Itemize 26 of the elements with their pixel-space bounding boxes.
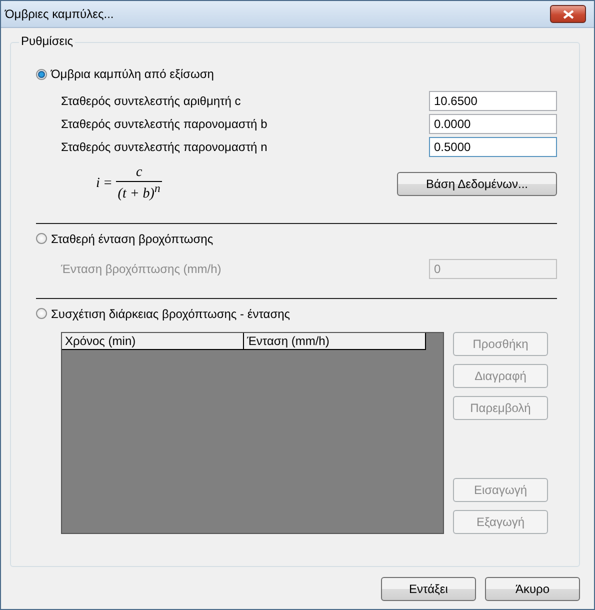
field-label: Σταθερός συντελεστής παρονομαστή b — [61, 116, 268, 130]
field-label: Σταθερός συντελεστής αριθμητή c — [61, 94, 241, 108]
radio-label[interactable]: Όμβρια καμπύλη από εξίσωση — [51, 67, 214, 81]
dialog-button[interactable]: Εντάξει — [381, 577, 476, 601]
radio-label[interactable]: Συσχέτιση διάρκειας βροχόπτωσης - έντασης — [51, 306, 290, 321]
field-label: Ένταση βροχόπτωσης (mm/h) — [61, 262, 222, 276]
database-button[interactable]: Βάση Δεδομένων... — [397, 172, 557, 196]
column-header[interactable]: Χρόνος (min) — [62, 332, 244, 349]
radio-button[interactable] — [36, 233, 47, 244]
field-label: Σταθερός συντελεστής παρονομαστή n — [61, 140, 268, 154]
radio-button[interactable] — [36, 308, 47, 320]
input-field[interactable]: 10.6500 — [429, 90, 557, 110]
radio-label[interactable]: Σταθερή ένταση βροχόπτωσης — [51, 232, 214, 246]
close-button[interactable] — [550, 5, 586, 23]
formula-denominator: (t + b)$^{n}$ — [116, 182, 162, 203]
formula-numerator: c — [116, 165, 162, 182]
dialog-button[interactable]: Άκυρο — [485, 577, 580, 601]
formula-variable: i — [96, 176, 100, 192]
formula-equals: = — [104, 176, 112, 192]
input-field[interactable]: 0.5000 — [429, 136, 557, 156]
radio-button[interactable] — [36, 68, 47, 80]
group-title: Ρυθμίσεις — [19, 34, 76, 48]
input-field[interactable]: 0.0000 — [429, 114, 557, 134]
window-title: Όμβριες καμπύλες... — [5, 7, 114, 21]
close-icon — [562, 10, 574, 18]
column-header[interactable]: Ένταση (mm/h) — [244, 332, 426, 349]
